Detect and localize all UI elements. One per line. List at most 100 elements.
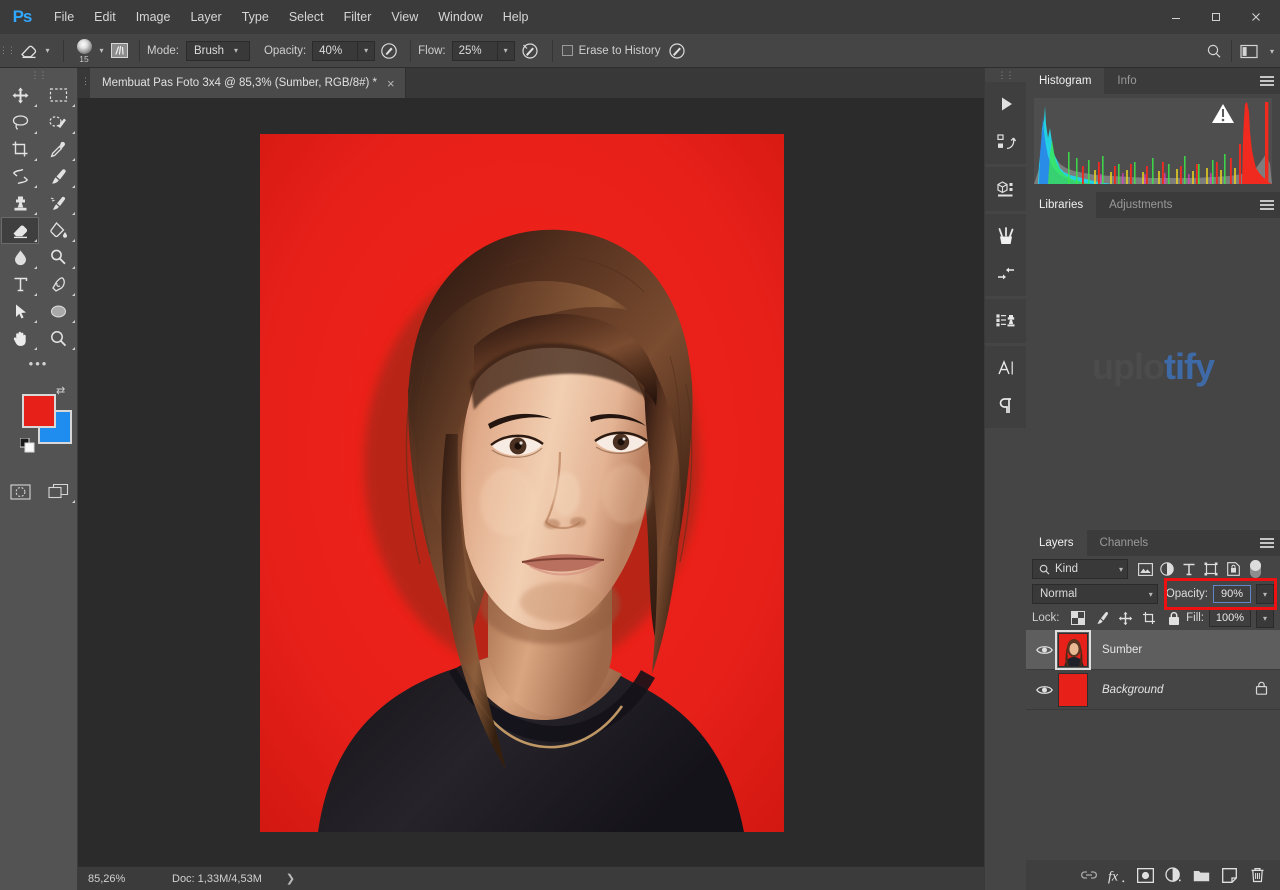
- flow-chevron-icon[interactable]: ▾: [497, 40, 515, 61]
- new-group-icon[interactable]: [1188, 862, 1214, 888]
- gradient-tool[interactable]: [39, 217, 77, 244]
- ellipse-tool[interactable]: [39, 298, 77, 325]
- menu-item-help[interactable]: Help: [493, 0, 539, 34]
- blur-tool[interactable]: [1, 244, 39, 271]
- layer-opacity-chevron-icon[interactable]: ▾: [1256, 584, 1274, 604]
- workspace-chevron-icon[interactable]: ▾: [1264, 34, 1280, 68]
- filter-toggle-icon[interactable]: [1250, 560, 1261, 578]
- layer-style-fx-icon[interactable]: fx: [1104, 862, 1130, 888]
- chevron-right-icon[interactable]: ❯: [286, 872, 295, 885]
- default-colors-icon[interactable]: [19, 437, 35, 456]
- quick-mask-icon[interactable]: [1, 478, 39, 505]
- layer-fill-chevron-icon[interactable]: ▾: [1256, 608, 1274, 628]
- toggle-brush-panel-button[interactable]: [106, 34, 132, 68]
- rectangular-marquee-tool[interactable]: [39, 82, 77, 109]
- flow-input[interactable]: 25%: [451, 40, 498, 61]
- screen-mode-icon[interactable]: [39, 478, 77, 505]
- type-tool[interactable]: [1, 271, 39, 298]
- clone-source-icon[interactable]: [985, 302, 1027, 340]
- minimize-icon[interactable]: [1156, 4, 1196, 30]
- active-tool-preset[interactable]: ▾: [14, 34, 56, 68]
- eraser-tool[interactable]: [1, 217, 39, 244]
- eyedropper-tool[interactable]: [39, 136, 77, 163]
- menu-item-select[interactable]: Select: [279, 0, 334, 34]
- opacity-chevron-icon[interactable]: ▾: [358, 40, 376, 61]
- menu-item-edit[interactable]: Edit: [84, 0, 126, 34]
- menu-item-layer[interactable]: Layer: [180, 0, 231, 34]
- path-selection-tool[interactable]: [1, 298, 39, 325]
- layer-name[interactable]: Sumber: [1102, 644, 1142, 656]
- layer-name[interactable]: Background: [1102, 684, 1163, 696]
- brush-tool[interactable]: [39, 163, 77, 190]
- foreground-color-swatch[interactable]: [22, 394, 56, 428]
- zoom-tool[interactable]: [39, 325, 77, 352]
- layer-thumbnail[interactable]: [1058, 672, 1088, 707]
- tab-channels[interactable]: Channels: [1086, 530, 1162, 556]
- menu-item-type[interactable]: Type: [232, 0, 279, 34]
- filter-pixel-icon[interactable]: [1134, 558, 1156, 580]
- lock-all-icon[interactable]: [1162, 607, 1186, 629]
- layer-visibility-toggle[interactable]: [1030, 644, 1058, 656]
- new-adjustment-layer-icon[interactable]: [1160, 862, 1186, 888]
- smoothing-button[interactable]: [515, 34, 545, 68]
- document-image[interactable]: [260, 134, 784, 832]
- blend-mode-select[interactable]: Normal ▾: [1032, 584, 1158, 604]
- brushes-icon[interactable]: [985, 217, 1027, 255]
- filter-shape-icon[interactable]: [1200, 558, 1222, 580]
- swap-colors-icon[interactable]: ⇄: [56, 384, 65, 397]
- brush-preset-chevron-icon[interactable]: ▾: [97, 34, 106, 68]
- filter-smart-object-icon[interactable]: [1222, 558, 1244, 580]
- hand-tool[interactable]: [1, 325, 39, 352]
- character-icon[interactable]: [985, 349, 1027, 387]
- opacity-input[interactable]: 40%: [312, 40, 359, 61]
- lasso-tool[interactable]: [1, 109, 39, 136]
- edit-toolbar-button[interactable]: •••: [0, 352, 77, 374]
- flow-stepper[interactable]: 25% ▾: [451, 40, 515, 61]
- lock-image-pixels-icon[interactable]: [1090, 607, 1114, 629]
- brush-preset-picker[interactable]: 15: [71, 37, 97, 65]
- 3d-icon[interactable]: [985, 170, 1027, 208]
- lock-position-icon[interactable]: [1114, 607, 1138, 629]
- layer-visibility-toggle[interactable]: [1030, 684, 1058, 696]
- clone-stamp-tool[interactable]: [1, 190, 39, 217]
- new-layer-icon[interactable]: [1216, 862, 1242, 888]
- layer-row-background[interactable]: Background: [1026, 670, 1280, 710]
- crop-tool[interactable]: [1, 136, 39, 163]
- search-button[interactable]: [1199, 38, 1229, 64]
- layer-fill-input[interactable]: 100%: [1209, 609, 1251, 627]
- healing-brush-tool[interactable]: [1, 163, 39, 190]
- workspace-switcher-button[interactable]: [1234, 38, 1264, 64]
- layer-opacity-input[interactable]: 90%: [1213, 585, 1251, 603]
- tab-info[interactable]: Info: [1104, 68, 1150, 94]
- mode-select[interactable]: Brush ▾: [185, 40, 250, 61]
- link-layers-icon[interactable]: [1076, 862, 1102, 888]
- menu-item-filter[interactable]: Filter: [334, 0, 382, 34]
- filter-adjustment-icon[interactable]: [1156, 558, 1178, 580]
- close-tab-icon[interactable]: ×: [387, 77, 395, 90]
- brush-settings-icon[interactable]: [985, 255, 1027, 293]
- menu-item-view[interactable]: View: [381, 0, 428, 34]
- histogram-panel-menu-button[interactable]: [1260, 68, 1274, 94]
- filter-type-icon[interactable]: [1178, 558, 1200, 580]
- tab-histogram[interactable]: Histogram: [1026, 68, 1105, 94]
- history-icon[interactable]: [985, 123, 1027, 161]
- close-icon[interactable]: [1236, 4, 1276, 30]
- tool-preset-chevron-icon[interactable]: ▾: [43, 34, 52, 68]
- dodge-tool[interactable]: [39, 244, 77, 271]
- layers-panel-menu-button[interactable]: [1260, 530, 1274, 556]
- lock-artboard-nesting-icon[interactable]: [1138, 607, 1162, 629]
- layer-thumbnail[interactable]: [1055, 629, 1091, 670]
- menu-item-window[interactable]: Window: [428, 0, 492, 34]
- erase-to-history-option[interactable]: Erase to History: [561, 45, 660, 57]
- menu-item-image[interactable]: Image: [126, 0, 181, 34]
- erase-to-history-checkbox[interactable]: [561, 45, 573, 56]
- tab-layers[interactable]: Layers: [1026, 530, 1087, 556]
- libraries-panel-menu-button[interactable]: [1260, 192, 1274, 218]
- tab-libraries[interactable]: Libraries: [1026, 192, 1097, 218]
- dock-grip[interactable]: ⋮⋮: [985, 68, 1026, 82]
- maximize-icon[interactable]: [1196, 4, 1236, 30]
- document-tab[interactable]: Membuat Pas Foto 3x4 @ 85,3% (Sumber, RG…: [90, 68, 406, 98]
- zoom-level-input[interactable]: 85,26%: [84, 869, 144, 888]
- history-brush-tool[interactable]: [39, 190, 77, 217]
- actions-icon[interactable]: [985, 85, 1027, 123]
